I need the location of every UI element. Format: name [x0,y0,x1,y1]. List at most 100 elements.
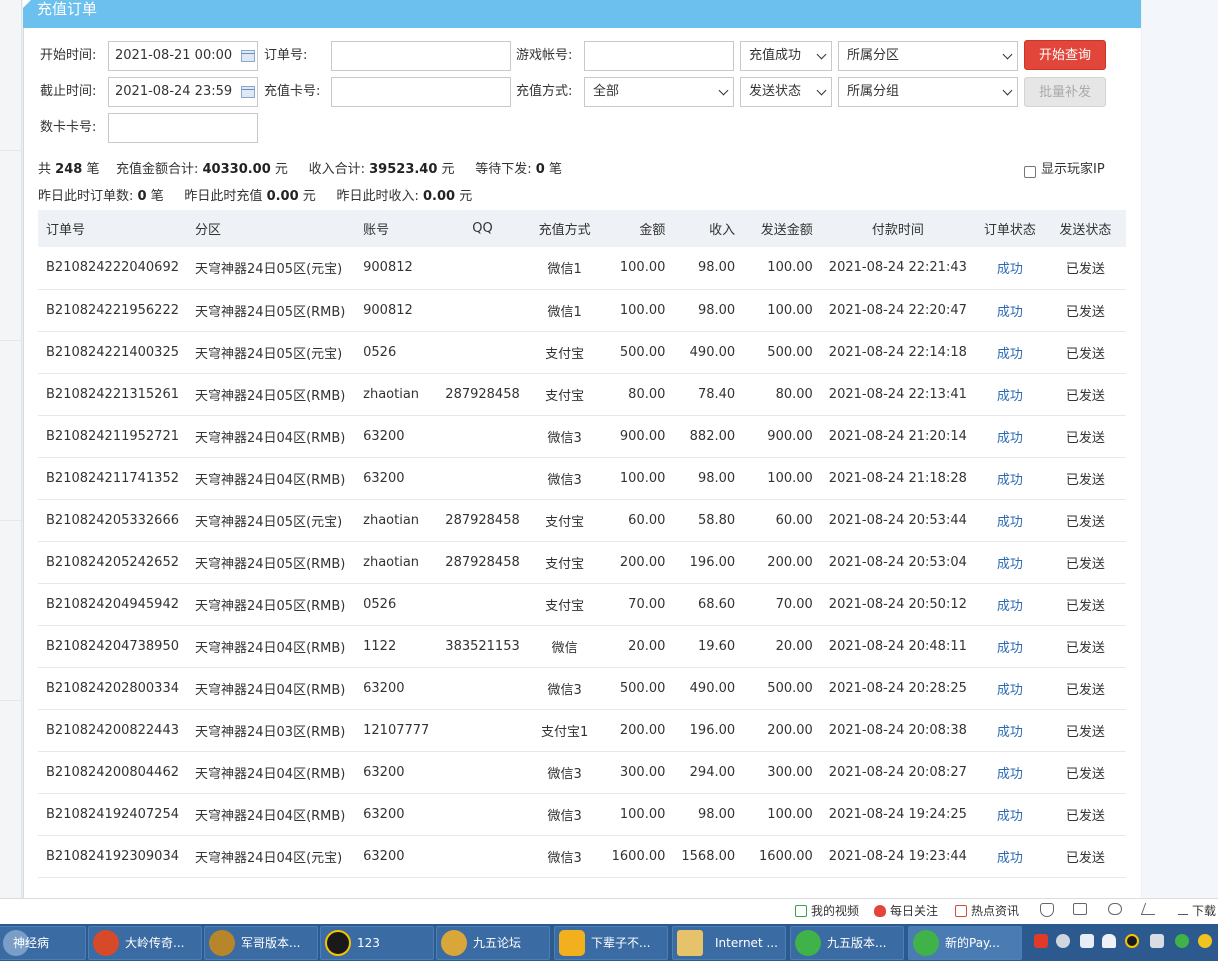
bell-icon[interactable] [1102,934,1116,948]
table-cell: 63200 [355,751,438,794]
daily-follow-label: 每日关注 [890,904,939,918]
table-cell: B210824205242652 [38,541,187,584]
order-status-link[interactable]: 成功 [974,583,1045,626]
recharge-method-select[interactable]: 全部 [584,77,734,107]
calendar-icon[interactable] [241,86,255,98]
calendar-icon[interactable] [241,50,255,62]
table-cell: 2021-08-24 22:20:47 [820,289,975,332]
taskbar-item-5[interactable]: 下辈子不... [554,926,668,960]
table-cell: 天穹神器24日04区(RMB) [186,751,356,794]
total-suffix: 笔 [86,162,100,177]
order-status-link[interactable]: 成功 [974,667,1045,710]
taskbar-item-label: 下辈子不... [591,936,651,950]
query-button[interactable]: 开始查询 [1024,40,1106,70]
card-number-input[interactable] [331,77,511,107]
send-status-select[interactable]: 发送状态 [740,77,832,107]
order-status-link[interactable]: 成功 [974,499,1045,542]
yesterday-charge-unit: 元 [302,189,316,204]
orders-table: 订单号 分区 账号 QQ 充值方式 金额 收入 发送金额 付款时间 订单状态 发送状态 B21082… [38,210,1126,878]
table-cell: 58.80 [673,499,744,542]
yesterday-orders-value: 0 [137,189,147,204]
table-header: 订单号 分区 账号 QQ 充值方式 金额 收入 发送金额 付款时间 订单状态 发送状态 [38,210,1126,247]
order-status-link[interactable]: 成功 [974,625,1045,668]
recharge-method-value: 全部 [593,84,620,99]
browser-status-bar: 我的视频 每日关注 热点资讯 下载 [0,898,1218,924]
order-status-link[interactable]: 成功 [974,751,1045,794]
order-status-link[interactable]: 成功 [974,541,1045,584]
taskbar-item-2[interactable]: 军哥版本... [204,926,318,960]
batch-resend-button[interactable]: 批量补发 [1024,77,1106,107]
hot-news-link[interactable]: 热点资讯 [955,903,1019,919]
taskbar-item-1[interactable]: 大岭传奇... [88,926,202,960]
table-row: B210824202800334 天穹神器24日04区(RMB) 63200 微信3 5… [38,667,1126,710]
order-status-link[interactable]: 成功 [974,289,1045,332]
table-cell: 300.00 [601,751,674,794]
order-status-link[interactable]: 成功 [974,793,1045,836]
daily-follow-link[interactable]: 每日关注 [874,903,938,919]
table-cell: B210824205332666 [38,499,187,542]
table-cell: 100.00 [743,793,821,836]
table-cell: 2021-08-24 20:28:25 [820,667,975,710]
order-status-link[interactable]: 成功 [974,709,1045,752]
display-icon[interactable] [1150,934,1164,948]
table-cell: 287928458 [437,541,528,584]
show-ip-checkbox[interactable] [1024,166,1036,178]
income-unit: 元 [441,162,455,177]
yesterday-income-value: 0.00 [423,189,456,204]
table-cell: 天穹神器24日05区(RMB) [186,541,356,584]
order-number-input[interactable] [331,41,511,71]
taskbar-item-6[interactable]: Internet ... [672,926,786,960]
zone-select[interactable]: 所属分区 [838,41,1018,71]
table-cell: 490.00 [673,667,744,710]
taskbar-item-8[interactable]: 新的Pay... [908,926,1022,960]
yesterday-income-label: 昨日此时收入: [336,189,419,204]
tray-icon[interactable] [1175,934,1189,948]
order-status-link[interactable]: 成功 [974,331,1045,374]
sogou-icon[interactable] [1034,934,1048,948]
my-video-link[interactable]: 我的视频 [795,903,859,919]
amount-value: 40330.00 [202,162,271,177]
qq-tray-icon[interactable] [1125,934,1139,948]
start-time-input[interactable]: 2021-08-21 00:00 [108,41,258,71]
table-cell: 已发送 [1044,835,1126,878]
order-status-link[interactable]: 成功 [974,247,1045,290]
table-row: B210824192309034 天穹神器24日04区(元宝) 63200 微信3 16… [38,835,1126,878]
image-icon[interactable] [1073,903,1087,915]
shield-icon[interactable] [1040,903,1054,917]
recharge-status-select[interactable]: 充值成功 [740,41,832,71]
numcard-label: 数卡卡号: [40,120,97,135]
numcard-input[interactable] [108,113,258,143]
download-icon [1178,905,1188,915]
group-select[interactable]: 所属分组 [838,77,1018,107]
taskbar-item-7[interactable]: 九五版本... [790,926,904,960]
order-status-link[interactable]: 成功 [974,835,1045,878]
taskbar-item-3[interactable]: 123 [320,926,434,960]
table-cell [437,793,528,836]
download-link[interactable]: 下载 [1178,903,1216,919]
fire-icon [874,905,886,917]
table-cell: B210824222040692 [38,247,187,290]
income-label: 收入合计: [308,162,365,177]
tray-icon[interactable] [1198,934,1212,948]
total-count: 248 [55,162,83,177]
table-cell: 微信3 [527,793,602,836]
table-cell: 天穹神器24日04区(RMB) [186,457,356,500]
order-status-link[interactable]: 成功 [974,415,1045,458]
order-status-link[interactable]: 成功 [974,457,1045,500]
table-cell: 196.00 [673,541,744,584]
taskbar-item-4[interactable]: 九五论坛 [436,926,550,960]
game-account-input[interactable] [584,41,734,71]
table-cell: 已发送 [1044,541,1126,584]
browser-icon [795,930,821,956]
table-row: B210824205332666 天穹神器24日05区(元宝) zhaotian 28… [38,499,1126,542]
tray-icon[interactable] [1056,934,1070,948]
heart-icon[interactable] [1108,903,1122,915]
end-time-input[interactable]: 2021-08-24 23:59 [108,77,258,107]
card-number-label: 充值卡号: [264,84,321,99]
table-cell: zhaotian [355,373,438,416]
table-cell: 天穹神器24日04区(RMB) [186,793,356,836]
network-icon[interactable] [1080,934,1094,948]
order-status-link[interactable]: 成功 [974,373,1045,416]
taskbar-item-0[interactable]: 神经病 [0,926,86,960]
rocket-icon[interactable] [1140,903,1160,915]
